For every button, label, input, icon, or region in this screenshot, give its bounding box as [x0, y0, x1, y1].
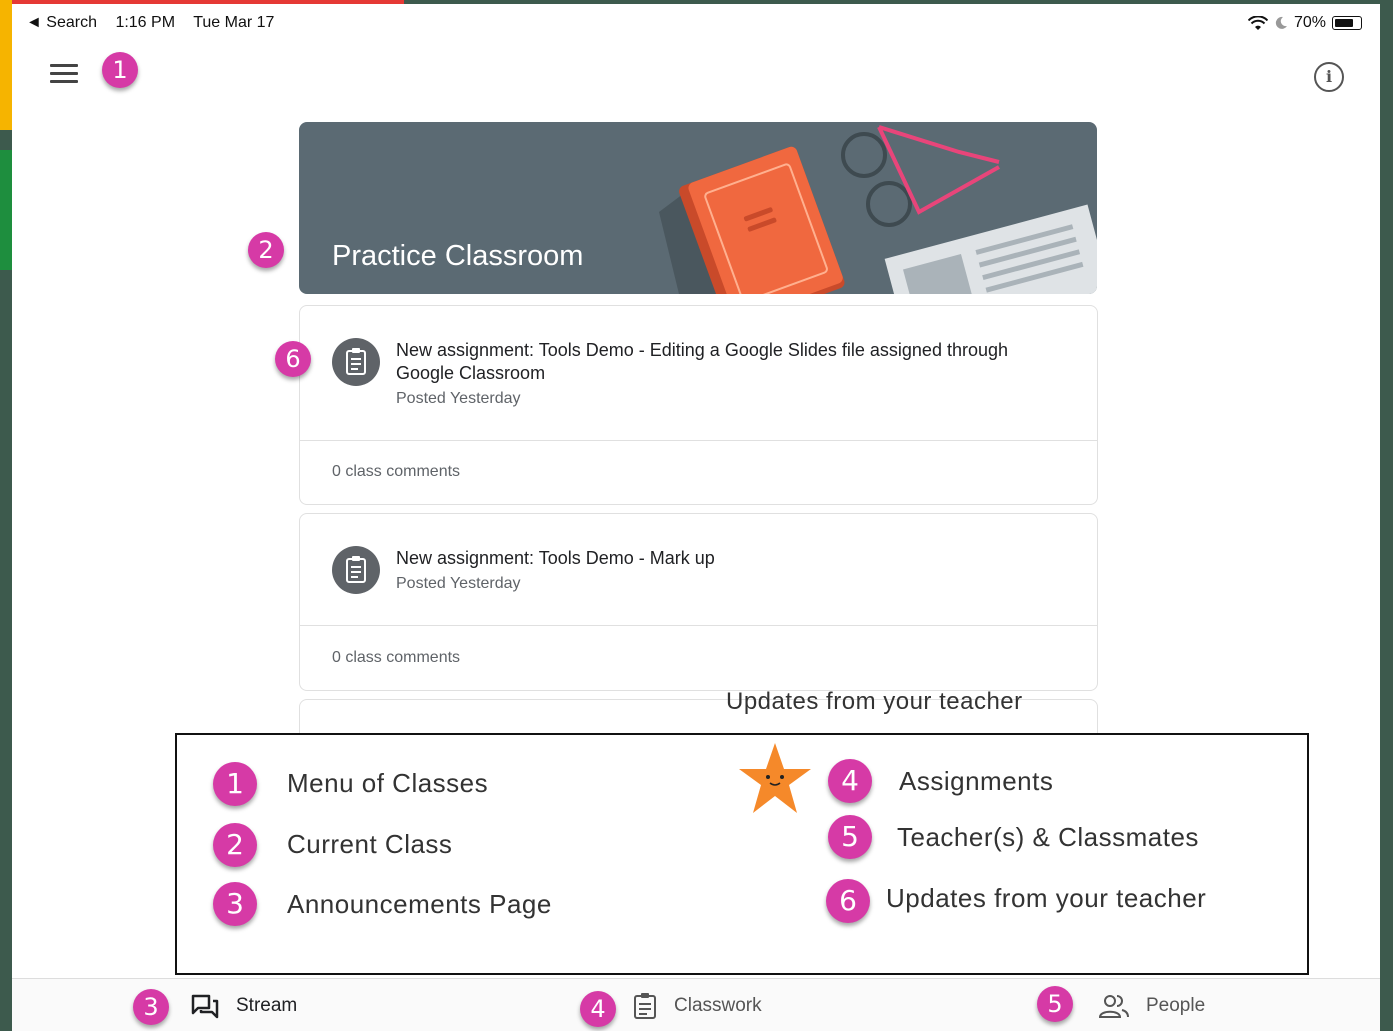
badge-5: 5: [1037, 986, 1073, 1022]
frame-accent-green: [0, 150, 12, 270]
legend-label: Teacher(s) & Classmates: [897, 822, 1199, 852]
badge-1: 1: [102, 52, 138, 88]
frame-accent-yellow: [0, 0, 12, 130]
info-icon[interactable]: i: [1314, 62, 1344, 92]
post-date: Posted Yesterday: [396, 390, 521, 407]
post-card[interactable]: New assignment: Tools Demo - Mark up Pos…: [299, 513, 1098, 691]
tab-people-label: People: [1146, 994, 1206, 1016]
back-to-search[interactable]: ◄ Search: [26, 14, 97, 31]
post-title[interactable]: New assignment: Tools Demo - Editing a G…: [396, 339, 1066, 385]
status-bar: ◄ Search 1:16 PM Tue Mar 17 70%: [12, 4, 1380, 42]
wifi-icon: [1247, 15, 1268, 30]
battery-icon: [1332, 16, 1362, 30]
assignment-icon: [332, 546, 380, 594]
badge-3: 3: [133, 989, 169, 1025]
legend-badge: 2: [213, 823, 257, 867]
people-icon: [1098, 994, 1129, 1018]
legend-badge: 3: [213, 882, 257, 926]
frame-right: [1380, 0, 1393, 1031]
ipad-screen: ◄ Search 1:16 PM Tue Mar 17 70% 1 i Prac…: [12, 4, 1380, 1031]
legend-label: Menu of Classes: [287, 768, 489, 798]
legend-header: Updates from your teacher: [726, 688, 1023, 715]
assignment-icon: [332, 338, 380, 386]
legend-label: Announcements Page: [287, 889, 552, 919]
tab-classwork[interactable]: Classwork: [632, 979, 762, 1031]
legend-badge: 5: [828, 815, 872, 859]
legend-label: Updates from your teacher: [886, 883, 1207, 913]
legend-label: Current Class: [287, 829, 453, 859]
post-title[interactable]: New assignment: Tools Demo - Mark up: [396, 547, 1066, 570]
badge-2: 2: [248, 232, 284, 268]
class-banner[interactable]: Practice Classroom: [299, 122, 1097, 294]
class-comments-link[interactable]: 0 class comments: [332, 649, 460, 667]
legend-badge: 6: [826, 879, 870, 923]
class-comments-link[interactable]: 0 class comments: [332, 463, 460, 481]
legend-badge: 1: [213, 762, 257, 806]
tab-people[interactable]: People: [1098, 979, 1205, 1031]
hamburger-menu-icon[interactable]: [50, 64, 78, 86]
moon-icon: [1275, 16, 1287, 29]
post-date: Posted Yesterday: [396, 575, 521, 592]
tab-stream[interactable]: Stream: [190, 979, 297, 1031]
badge-6: 6: [275, 341, 311, 377]
status-date: Tue Mar 17: [193, 14, 275, 31]
legend-box: 1 Menu of Classes 2 Current Class 3 Anno…: [175, 733, 1309, 975]
post-card[interactable]: New assignment: Tools Demo - Editing a G…: [299, 305, 1098, 505]
bottom-nav: 3 Stream 4 Classwork 5 People: [12, 978, 1380, 1031]
classwork-icon: [634, 992, 656, 1019]
tab-classwork-label: Classwork: [674, 994, 762, 1016]
legend-label: Assignments: [899, 766, 1054, 796]
status-time: 1:16 PM: [115, 14, 176, 31]
stream-icon: [191, 994, 219, 1018]
star-icon: [739, 743, 811, 813]
class-title: Practice Classroom: [332, 240, 584, 272]
badge-4: 4: [580, 991, 616, 1027]
legend-badge: 4: [828, 759, 872, 803]
battery-percent: 70%: [1293, 14, 1326, 31]
tab-stream-label: Stream: [236, 994, 298, 1016]
